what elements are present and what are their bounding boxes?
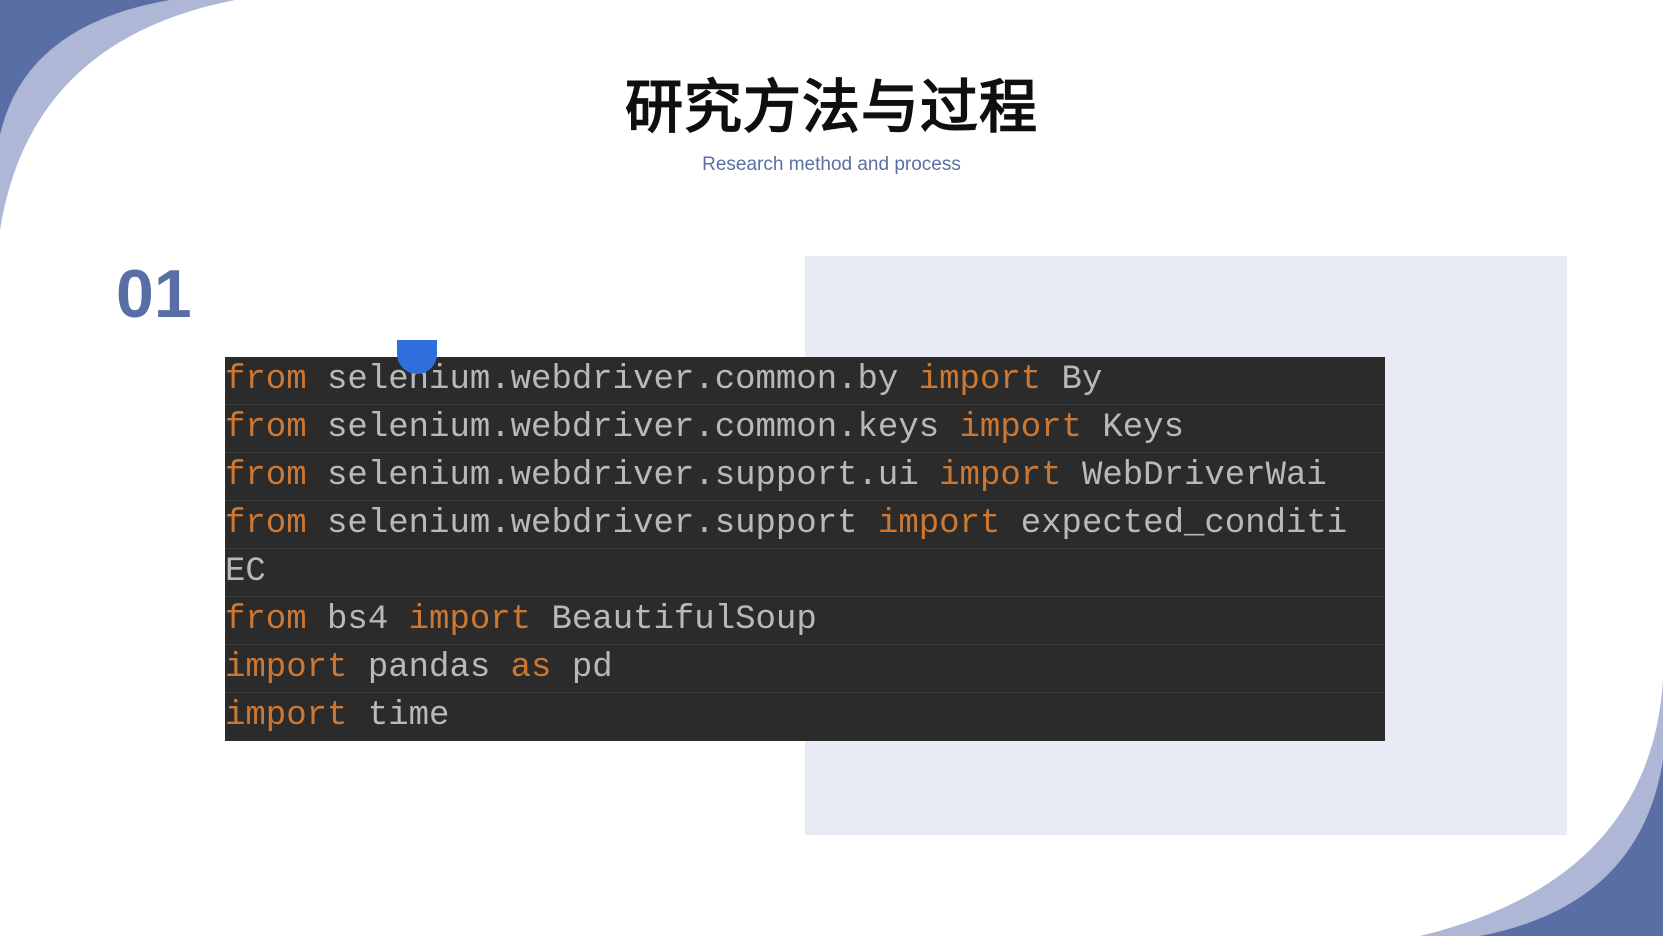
code-line: import pandas as pd xyxy=(225,645,1385,693)
page-subtitle: Research method and process xyxy=(702,154,961,175)
code-keyword: import xyxy=(918,361,1042,399)
code-keyword: from xyxy=(225,505,307,543)
code-text: selenium.webdriver.common.keys xyxy=(306,409,960,447)
code-text: time xyxy=(347,697,450,735)
page-title: 研究方法与过程 xyxy=(624,73,1038,141)
code-line: from selenium.webdriver.support import e… xyxy=(225,501,1385,549)
code-keyword: from xyxy=(225,457,307,495)
code-keyword: import xyxy=(959,409,1082,447)
code-text: Keys xyxy=(1081,409,1184,447)
code-text: By xyxy=(1041,361,1103,399)
code-text: selenium.webdriver.support xyxy=(306,505,878,543)
code-keyword: import xyxy=(225,697,348,735)
code-text: WebDriverWai xyxy=(1061,457,1327,495)
code-text: pd xyxy=(551,649,613,687)
section-number: 01 xyxy=(116,256,192,332)
code-line: from selenium.webdriver.common.keys impo… xyxy=(225,405,1385,453)
code-keyword: from xyxy=(225,361,307,399)
code-line: from selenium.webdriver.support.ui impor… xyxy=(225,453,1385,501)
code-keyword: import xyxy=(939,457,1062,495)
code-keyword: import xyxy=(408,601,532,639)
code-text: bs4 xyxy=(306,601,409,639)
code-text: pandas xyxy=(347,649,511,687)
code-keyword: from xyxy=(225,601,307,639)
code-screenshot: from selenium.webdriver.common.by import… xyxy=(225,357,1385,741)
code-text: expected_conditi xyxy=(1000,505,1348,543)
code-keyword: from xyxy=(225,409,307,447)
slide: 研究方法与过程 Research method and process 01 f… xyxy=(0,0,1663,936)
code-text: selenium.webdriver.support.ui xyxy=(306,457,940,495)
code-keyword: as xyxy=(510,649,552,687)
code-text: selenium.webdriver.common.by xyxy=(306,361,919,399)
code-line: from bs4 import BeautifulSoup xyxy=(225,597,1385,645)
code-line: EC xyxy=(225,549,1385,597)
code-keyword: import xyxy=(225,649,348,687)
code-text: BeautifulSoup xyxy=(531,601,817,639)
code-line: import time xyxy=(225,693,1385,741)
code-keyword: import xyxy=(877,505,1001,543)
code-text: EC xyxy=(225,553,266,591)
